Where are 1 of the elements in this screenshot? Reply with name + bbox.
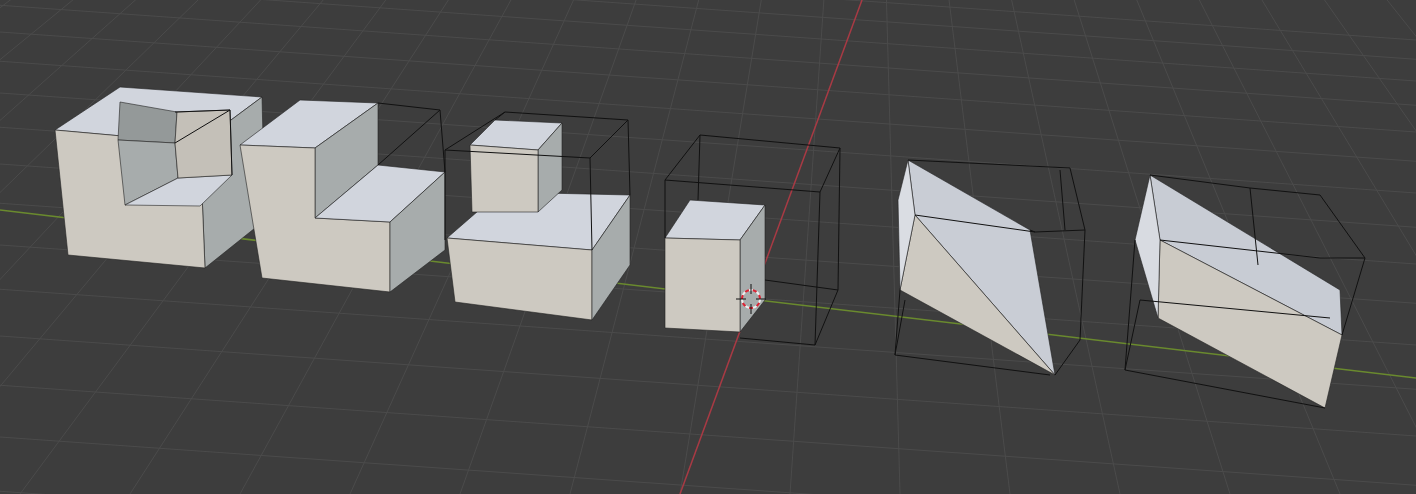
- 3d-cursor-icon: [735, 283, 767, 315]
